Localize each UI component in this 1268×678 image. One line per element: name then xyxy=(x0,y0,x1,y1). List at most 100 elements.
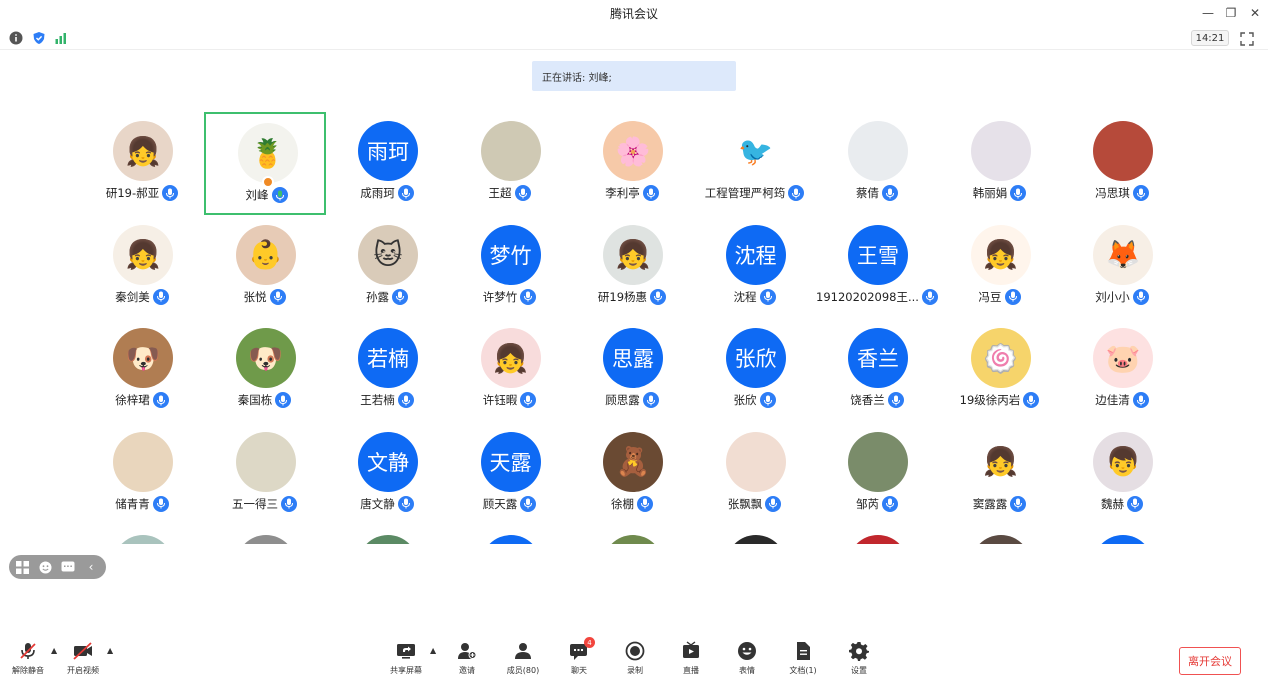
participant-avatar[interactable]: 🐶 xyxy=(113,328,173,388)
participant-tile[interactable]: 韩丽娟 xyxy=(939,112,1061,215)
participant-tile[interactable]: 梦竹 许梦竹 xyxy=(449,216,571,319)
participant-avatar[interactable]: 香兰 xyxy=(848,328,908,388)
participant-tile[interactable]: 王超 xyxy=(449,112,571,215)
participant-tile[interactable]: 🦊 刘小小 xyxy=(1061,216,1176,319)
leave-meeting-button[interactable]: 离开会议 xyxy=(1179,647,1241,675)
participant-tile[interactable] xyxy=(326,526,448,544)
participant-avatar[interactable]: 雨珂 xyxy=(358,121,418,181)
participant-tile[interactable]: 🍥 19级徐丙岩 xyxy=(939,319,1061,422)
participant-tile[interactable]: 👧 许钰暇 xyxy=(449,319,571,422)
share-options-caret-icon[interactable]: ▲ xyxy=(430,646,436,655)
participant-avatar[interactable]: 👧 xyxy=(970,431,1031,492)
participant-tile[interactable]: 👧 研19-郝亚 xyxy=(81,112,203,215)
documents-button[interactable]: 文档(1) xyxy=(775,640,831,676)
participant-tile[interactable]: 🐱 孙露 xyxy=(326,216,448,319)
reactions-button[interactable]: 表情 xyxy=(719,640,775,676)
participant-avatar[interactable]: 🐷 xyxy=(1093,328,1153,388)
participant-avatar[interactable]: 🌸 xyxy=(603,121,663,181)
unmute-button[interactable]: 解除静音 xyxy=(0,640,56,676)
participant-tile[interactable] xyxy=(571,526,693,544)
participant-avatar[interactable] xyxy=(725,535,786,544)
chat-bubble-icon[interactable] xyxy=(61,560,75,574)
video-options-caret-icon[interactable]: ▲ xyxy=(107,646,113,655)
emoji-icon[interactable] xyxy=(38,560,52,574)
participant-tile[interactable] xyxy=(939,526,1061,544)
participant-tile[interactable]: 🍍 刘峰 xyxy=(203,112,326,215)
participant-tile[interactable]: 🐦 工程管理严柯筠 xyxy=(694,112,816,215)
participant-tile[interactable]: 冯思琪 xyxy=(1061,112,1176,215)
participant-tile[interactable]: 文静 唐文静 xyxy=(326,423,448,526)
participant-tile[interactable]: 邹芮 xyxy=(816,423,938,526)
close-icon[interactable]: ✕ xyxy=(1246,4,1264,22)
participant-avatar[interactable] xyxy=(113,431,173,492)
participant-avatar[interactable]: 天露 xyxy=(480,431,541,492)
participant-avatar[interactable]: 👧 xyxy=(113,121,173,181)
minimize-icon[interactable]: — xyxy=(1199,4,1217,22)
participant-tile[interactable]: 👦 魏赫 xyxy=(1061,423,1176,526)
participant-tile[interactable]: 👧 秦剑美 xyxy=(81,216,203,319)
participant-avatar[interactable] xyxy=(1093,535,1153,544)
participant-avatar[interactable] xyxy=(235,431,296,492)
fullscreen-icon[interactable] xyxy=(1240,31,1254,46)
participant-tile[interactable] xyxy=(204,526,326,544)
participant-avatar[interactable]: 梦竹 xyxy=(480,224,541,285)
participant-avatar[interactable]: 王雪 xyxy=(848,224,908,285)
participant-tile[interactable]: 五一得三 xyxy=(204,423,326,526)
layout-grid-icon[interactable] xyxy=(15,560,29,574)
participant-avatar[interactable] xyxy=(848,121,908,181)
participant-avatar[interactable] xyxy=(358,535,418,544)
participant-avatar[interactable]: 🦊 xyxy=(1093,224,1153,285)
participant-tile[interactable]: 🐶 徐梓珺 xyxy=(81,319,203,422)
participant-tile[interactable] xyxy=(81,526,203,544)
participant-tile[interactable] xyxy=(694,526,816,544)
participant-avatar[interactable]: 🧸 xyxy=(603,431,663,492)
start-video-button[interactable]: 开启视频 xyxy=(55,640,111,676)
participant-tile[interactable]: 天露 顾天露 xyxy=(449,423,571,526)
participant-tile[interactable]: 🐶 秦国栋 xyxy=(204,319,326,422)
participant-avatar[interactable] xyxy=(725,431,786,492)
participant-tile[interactable]: 香兰 饶香兰 xyxy=(816,319,938,422)
participant-tile[interactable]: 王雪 19120202098王... xyxy=(816,216,938,319)
signal-icon[interactable] xyxy=(53,30,69,46)
participant-avatar[interactable] xyxy=(480,121,541,181)
participant-avatar[interactable]: 若楠 xyxy=(358,328,418,388)
info-icon[interactable] xyxy=(8,30,24,46)
participant-tile[interactable]: 张飘飘 xyxy=(694,423,816,526)
participant-tile[interactable]: 👧 窦露露 xyxy=(939,423,1061,526)
participant-tile[interactable]: 蔡倩 xyxy=(816,112,938,215)
members-button[interactable]: 成员(80) xyxy=(495,640,551,676)
security-shield-icon[interactable] xyxy=(31,30,47,46)
participant-avatar[interactable]: 👧 xyxy=(480,328,541,388)
participant-avatar[interactable] xyxy=(848,431,908,492)
participant-tile[interactable]: 👧 冯豆 xyxy=(939,216,1061,319)
participant-avatar[interactable]: 🐱 xyxy=(358,224,418,285)
collapse-chevron-icon[interactable]: ‹ xyxy=(84,560,98,574)
participant-tile[interactable]: 沈程 沈程 xyxy=(694,216,816,319)
participant-tile[interactable]: 🐷 边佳清 xyxy=(1061,319,1176,422)
participant-avatar[interactable]: 👧 xyxy=(113,224,173,285)
participant-avatar[interactable]: 文静 xyxy=(358,431,418,492)
participant-tile[interactable] xyxy=(1061,526,1176,544)
participant-avatar[interactable]: 👧 xyxy=(970,224,1031,285)
participant-tile[interactable]: 🧸 徐棚 xyxy=(571,423,693,526)
share-screen-button[interactable]: 共享屏幕 xyxy=(378,640,434,676)
settings-button[interactable]: 设置 xyxy=(831,640,887,676)
participant-tile[interactable]: 雨珂 成雨珂 xyxy=(326,112,448,215)
participant-avatar[interactable] xyxy=(970,121,1031,181)
participant-avatar[interactable] xyxy=(970,535,1031,544)
participant-tile[interactable]: 👧 研19杨惠 xyxy=(571,216,693,319)
participant-avatar[interactable] xyxy=(848,535,908,544)
participant-avatar[interactable]: 👶 xyxy=(235,224,296,285)
participant-avatar[interactable]: 👧 xyxy=(603,224,663,285)
participant-avatar[interactable] xyxy=(1093,121,1153,181)
participant-avatar[interactable]: 🐦 xyxy=(725,121,786,181)
participant-tile[interactable]: 若楠 王若楠 xyxy=(326,319,448,422)
participant-tile[interactable] xyxy=(449,526,571,544)
participant-avatar[interactable]: 🐶 xyxy=(235,328,296,388)
participant-avatar[interactable] xyxy=(603,535,663,544)
participant-avatar[interactable] xyxy=(113,535,173,544)
participant-avatar[interactable]: 🍍 xyxy=(237,123,298,183)
participant-avatar[interactable]: 张欣 xyxy=(725,328,786,388)
participant-tile[interactable]: 思露 顾思露 xyxy=(571,319,693,422)
chat-button[interactable]: 4 聊天 xyxy=(551,637,607,676)
